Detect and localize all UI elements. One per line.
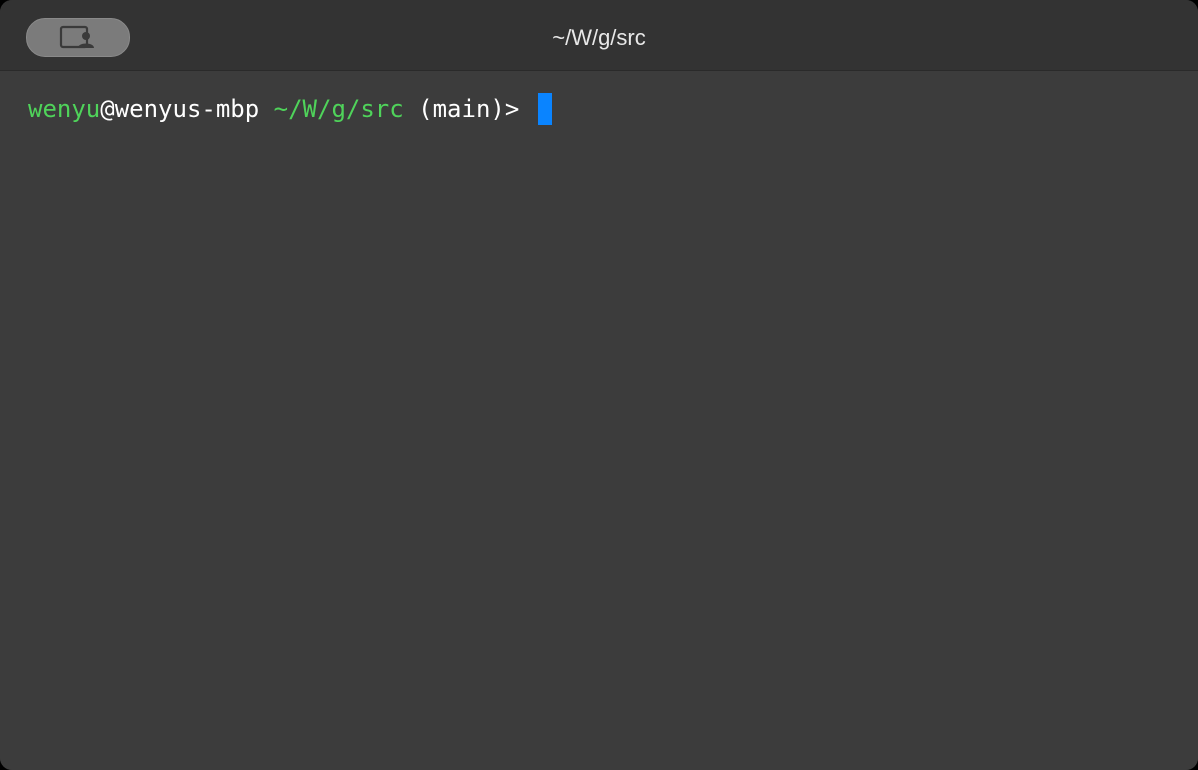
terminal-window: ~/W/g/src wenyu @wenyus-mbp ~/W/g/src (ma…: [0, 0, 1198, 770]
window-title: ~/W/g/src: [552, 25, 646, 50]
prompt-path: ~/W/g/src: [273, 95, 404, 123]
prompt-line: wenyu @wenyus-mbp ~/W/g/src (main)>: [28, 93, 552, 125]
prompt-host: @wenyus-mbp: [100, 95, 260, 123]
prompt-git-branch: (main)>: [418, 95, 520, 123]
prompt-user: wenyu: [28, 95, 101, 123]
profile-icon: [59, 25, 94, 48]
title-bar[interactable]: ~/W/g/src: [0, 0, 1198, 71]
terminal-content[interactable]: wenyu @wenyus-mbp ~/W/g/src (main)>: [0, 71, 1198, 770]
text-cursor: [537, 93, 552, 125]
profile-switcher-button[interactable]: [26, 18, 130, 57]
